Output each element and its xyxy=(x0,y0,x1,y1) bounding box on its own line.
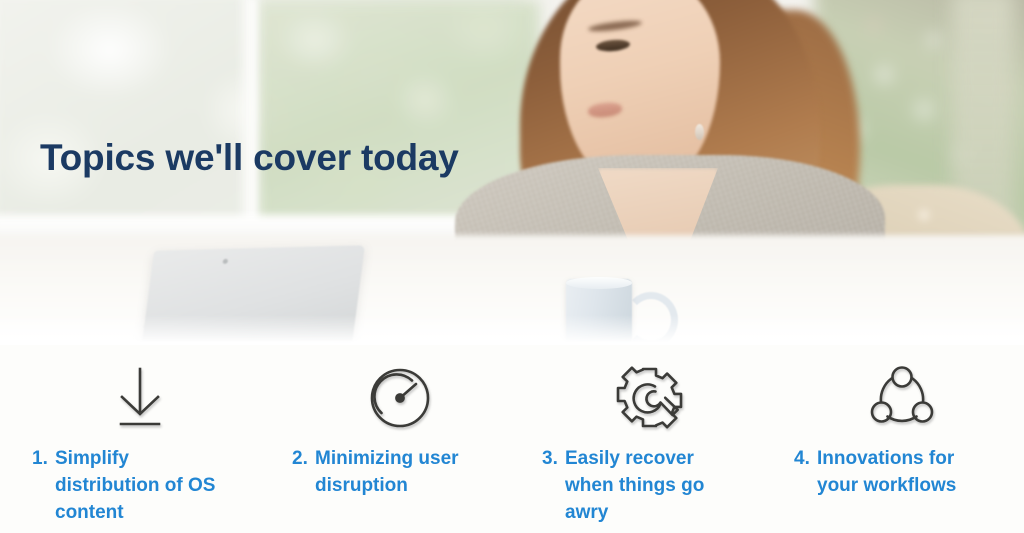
topic-item[interactable]: 3. Easily recover when things go awry xyxy=(532,345,772,533)
window-frame xyxy=(240,0,260,240)
hero-bottom-fade xyxy=(0,315,1024,345)
topic-number: 1. xyxy=(32,448,48,469)
topic-number: 2. xyxy=(292,448,308,469)
presentation-slide: Topics we'll cover today 1. Simplify dis… xyxy=(0,0,1024,533)
mug-rim xyxy=(566,277,632,289)
topic-item[interactable]: 4. Innovations for your workflows xyxy=(784,345,1024,533)
topic-label: Simplify distribution of OS content xyxy=(55,448,216,523)
topic-text-row: 1. Simplify distribution of OS content xyxy=(22,445,262,526)
topic-item[interactable]: 1. Simplify distribution of OS content xyxy=(22,345,262,533)
topic-text-row: 4. Innovations for your workflows xyxy=(784,445,1024,499)
person-earring xyxy=(695,124,704,140)
topic-number: 3. xyxy=(542,448,558,469)
gear-wrench-icon xyxy=(614,363,686,433)
tablet-camera xyxy=(222,258,229,264)
topic-label: Easily recover when things go awry xyxy=(565,448,705,523)
topic-number: 4. xyxy=(794,448,810,469)
workflow-network-icon xyxy=(866,363,938,433)
topic-label: Innovations for your workflows xyxy=(817,448,957,496)
download-arrow-icon xyxy=(104,363,176,433)
page-title: Topics we'll cover today xyxy=(40,137,459,178)
topic-text-row: 2. Minimizing user disruption xyxy=(282,445,522,499)
topic-text-row: 3. Easily recover when things go awry xyxy=(532,445,772,526)
topic-label: Minimizing user disruption xyxy=(315,448,459,496)
speedometer-gauge-icon xyxy=(364,363,436,433)
topics-list: 1. Simplify distribution of OS content 2… xyxy=(0,345,1024,533)
topic-item[interactable]: 2. Minimizing user disruption xyxy=(282,345,522,533)
